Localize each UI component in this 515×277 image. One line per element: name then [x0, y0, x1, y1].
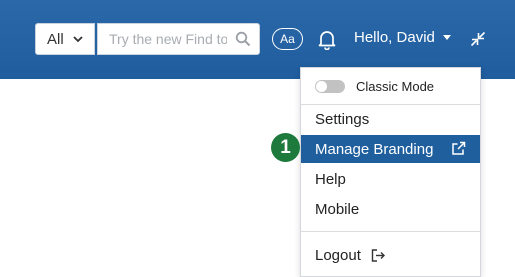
chevron-down-icon	[73, 35, 83, 43]
search-input[interactable]	[109, 31, 227, 47]
menu-item-mobile[interactable]: Mobile	[301, 195, 480, 223]
classic-mode-label: Classic Mode	[356, 78, 435, 94]
user-greeting: Hello, David	[354, 29, 435, 46]
scope-dropdown-value: All	[47, 30, 64, 48]
search-field[interactable]	[97, 23, 260, 55]
menu-divider	[301, 231, 480, 232]
toggle-knob	[316, 80, 327, 92]
menu-item-label: Mobile	[315, 200, 360, 218]
scope-dropdown[interactable]: All	[35, 23, 95, 55]
bell-icon[interactable]	[317, 29, 337, 55]
step-callout-badge: 1	[271, 133, 300, 162]
menu-item-help[interactable]: Help	[301, 165, 480, 193]
menu-item-label: Logout	[315, 246, 361, 264]
menu-item-label: Help	[315, 170, 346, 188]
menu-item-label: Settings	[315, 110, 370, 128]
classic-mode-row[interactable]: Classic Mode	[301, 73, 480, 99]
menu-item-manage-branding[interactable]: Manage Branding	[301, 135, 480, 163]
search-icon[interactable]	[235, 31, 251, 52]
font-size-button[interactable]: Aa	[272, 28, 303, 50]
user-dropdown-menu: Classic Mode Settings Manage Branding He…	[300, 67, 481, 277]
user-menu-toggle[interactable]: Hello, David	[354, 29, 451, 46]
external-link-icon	[451, 141, 466, 156]
menu-item-settings[interactable]: Settings	[301, 105, 480, 133]
logout-icon	[371, 248, 386, 262]
classic-mode-toggle[interactable]	[315, 79, 345, 93]
menu-item-logout[interactable]: Logout	[301, 241, 480, 269]
caret-down-icon	[442, 35, 451, 40]
menu-item-label: Manage Branding	[315, 140, 434, 158]
collapse-arrows-icon[interactable]	[470, 31, 486, 52]
